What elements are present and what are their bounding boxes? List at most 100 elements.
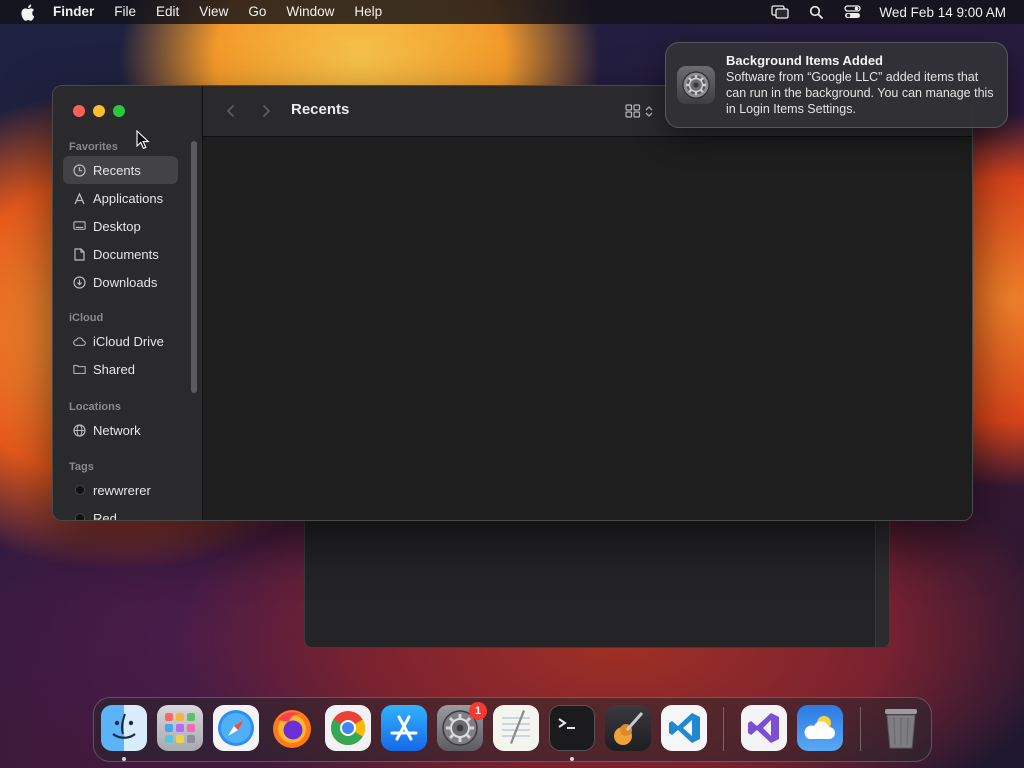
sidebar-item-label: Applications	[93, 190, 164, 206]
terminal-prompt-icon	[558, 718, 575, 729]
applications-icon	[73, 191, 86, 205]
menu-help[interactable]: Help	[344, 0, 392, 24]
dock-finder[interactable]	[101, 705, 147, 751]
sidebar-item-tag-rewwrerer[interactable]: rewwrerer	[63, 476, 178, 504]
sidebar-item-applications[interactable]: Applications	[63, 184, 178, 212]
chrome-icon	[331, 711, 365, 745]
dock-chrome[interactable]	[325, 705, 371, 751]
notification-banner[interactable]: Background Items Added Software from “Go…	[665, 42, 1008, 128]
clock-icon	[73, 163, 86, 177]
view-mode-button[interactable]	[625, 101, 659, 121]
launchpad-grid-icon	[165, 713, 195, 743]
globe-icon	[73, 423, 86, 437]
sidebar-item-label: Documents	[93, 246, 159, 262]
sidebar-item-downloads[interactable]: Downloads	[63, 268, 178, 296]
menu-file[interactable]: File	[104, 0, 146, 24]
grid-view-icon	[625, 104, 641, 118]
tag-color-dot-icon	[73, 484, 86, 497]
favorites-section: Favorites Recents Applications Desktop D…	[53, 138, 203, 296]
screen-mirroring-icon[interactable]	[771, 3, 790, 21]
running-indicator	[122, 757, 126, 761]
icloud-heading: iCloud	[69, 312, 104, 324]
sidebar-item-label: Downloads	[93, 274, 158, 290]
sidebar-scrollbar[interactable]	[191, 141, 197, 393]
finder-face-icon	[112, 713, 136, 739]
dock-safari[interactable]	[213, 705, 259, 751]
sidebar-item-label: Network	[93, 422, 141, 438]
close-button[interactable]	[73, 105, 85, 117]
locations-section: Locations Network	[53, 398, 203, 444]
dock-launchpad[interactable]	[157, 705, 203, 751]
dock: 1	[93, 697, 932, 762]
dock-weather[interactable]	[797, 705, 843, 751]
dock-terminal[interactable]	[549, 705, 595, 751]
sidebar-item-label: Recents	[93, 162, 141, 178]
sidebar-item-network[interactable]: Network	[63, 416, 178, 444]
cloud-icon	[73, 335, 86, 348]
menu-window[interactable]: Window	[276, 0, 344, 24]
dock-garageband[interactable]	[605, 705, 651, 751]
window-controls	[73, 105, 125, 117]
menu-bar: Finder File Edit View Go Window Help Wed…	[0, 0, 1024, 24]
finder-sidebar: Favorites Recents Applications Desktop D…	[53, 86, 203, 520]
textedit-icon	[502, 710, 530, 744]
sidebar-item-label: Red	[93, 510, 117, 521]
menu-finder[interactable]: Finder	[45, 0, 104, 24]
safari-compass-icon	[218, 710, 254, 746]
document-icon	[73, 247, 86, 261]
dock-firefox[interactable]	[269, 705, 315, 751]
window-title: Recents	[291, 101, 350, 118]
menu-go[interactable]: Go	[238, 0, 276, 24]
sidebar-item-label: rewwrerer	[93, 482, 151, 498]
minimize-button[interactable]	[93, 105, 105, 117]
dock-vscode[interactable]	[661, 705, 707, 751]
notification-title: Background Items Added	[726, 53, 883, 68]
sidebar-item-label: iCloud Drive	[93, 333, 164, 349]
zoom-button[interactable]	[113, 105, 125, 117]
shared-folder-icon	[73, 363, 86, 376]
guitar-icon	[614, 712, 644, 745]
back-button[interactable]	[221, 101, 239, 121]
sidebar-item-recents[interactable]: Recents	[63, 156, 178, 184]
desktop-icon	[73, 220, 86, 233]
dock-separator	[860, 707, 861, 751]
menu-view[interactable]: View	[189, 0, 238, 24]
tags-section: Tags rewwrerer Red	[53, 458, 203, 521]
weather-icon	[804, 716, 835, 739]
background-window-scrollbar[interactable]	[875, 520, 889, 647]
favorites-heading: Favorites	[69, 141, 118, 153]
locations-heading: Locations	[69, 401, 121, 413]
sidebar-item-tag-red[interactable]: Red	[63, 504, 178, 521]
firefox-icon	[273, 710, 311, 748]
tags-heading: Tags	[69, 461, 94, 473]
notification-body: Software from “Google LLC” added items t…	[726, 70, 994, 116]
search-icon[interactable]	[807, 3, 825, 21]
menu-edit[interactable]: Edit	[146, 0, 189, 24]
menubar-clock[interactable]: Wed Feb 14 9:00 AM	[879, 5, 1006, 20]
trash-icon	[885, 709, 917, 749]
vscode-icon	[669, 713, 700, 743]
dock-separator	[723, 707, 724, 751]
finder-content-area[interactable]: Recents	[203, 86, 972, 520]
sidebar-item-shared[interactable]: Shared	[63, 355, 178, 383]
forward-button[interactable]	[257, 101, 275, 121]
apple-logo-icon[interactable]	[17, 2, 37, 22]
sidebar-item-documents[interactable]: Documents	[63, 240, 178, 268]
sidebar-item-desktop[interactable]: Desktop	[63, 212, 178, 240]
sidebar-item-label: Desktop	[93, 218, 141, 234]
control-center-icon[interactable]	[843, 3, 861, 21]
running-indicator	[570, 757, 574, 761]
dock-trash[interactable]	[878, 705, 924, 751]
sidebar-item-label: Shared	[93, 361, 135, 377]
download-icon	[73, 275, 86, 289]
tag-color-dot-icon	[73, 512, 86, 520]
finder-window: Favorites Recents Applications Desktop D…	[52, 85, 973, 521]
background-window[interactable]	[304, 520, 890, 648]
dock-visual-studio[interactable]	[741, 705, 787, 751]
visual-studio-icon	[748, 713, 779, 743]
sidebar-item-icloud-drive[interactable]: iCloud Drive	[63, 327, 178, 355]
dock-app-store[interactable]	[381, 705, 427, 751]
icloud-section: iCloud iCloud Drive Shared	[53, 309, 203, 383]
dock-textedit[interactable]	[493, 705, 539, 751]
notification-badge: 1	[469, 702, 487, 720]
